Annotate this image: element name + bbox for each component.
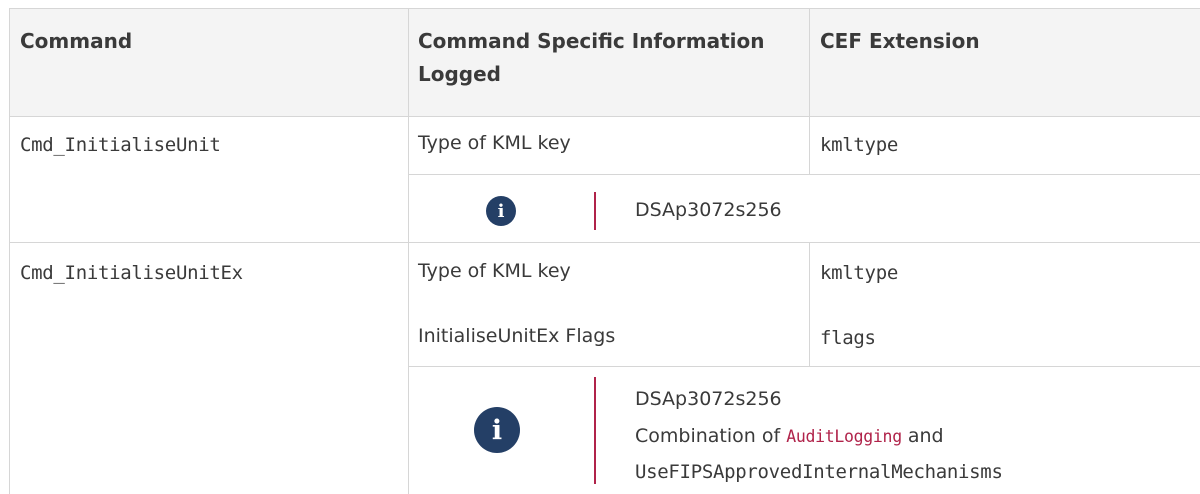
info-cell: Type of KML key [418, 132, 571, 154]
table-border-top [9, 8, 1200, 9]
note-text-line2: Combination of AuditLogging and [635, 425, 944, 447]
row-divider [408, 174, 1200, 175]
command-cell: Cmd_InitialiseUnit [20, 134, 221, 156]
column-divider [809, 116, 810, 174]
table-border-left [9, 8, 10, 494]
header-cef: CEF Extension [820, 29, 980, 53]
note-text-prefix: Combination of [635, 425, 787, 447]
header-info-line2: Logged [418, 62, 501, 86]
header-info-line1: Command Specific Information [418, 29, 765, 53]
cef-cell: kmltype [820, 262, 898, 284]
row-divider [408, 366, 1200, 367]
info-cell: Type of KML key [418, 260, 571, 282]
info-icon: i [474, 407, 520, 453]
cef-cell: kmltype [820, 134, 898, 156]
row-divider [9, 242, 1200, 243]
note-text: DSAp3072s256 [635, 388, 782, 410]
info-icon: i [486, 196, 516, 226]
cef-cell: flags [820, 327, 876, 349]
column-divider [809, 242, 810, 366]
note-text: DSAp3072s256 [635, 199, 782, 221]
header-command: Command [20, 29, 133, 53]
info-cell: InitialiseUnitEx Flags [418, 325, 616, 347]
column-divider [408, 8, 409, 494]
note-text-suffix: and [901, 425, 944, 447]
column-divider [809, 8, 810, 116]
note-divider [594, 377, 596, 484]
command-cell: Cmd_InitialiseUnitEx [20, 262, 243, 284]
code-usefips: UseFIPSApprovedInternalMechanisms [635, 461, 1003, 483]
header-divider [9, 116, 1200, 117]
code-auditlogging: AuditLogging [786, 427, 902, 446]
header-info: Command Specific Information Logged [418, 25, 764, 91]
note-divider [594, 192, 596, 230]
